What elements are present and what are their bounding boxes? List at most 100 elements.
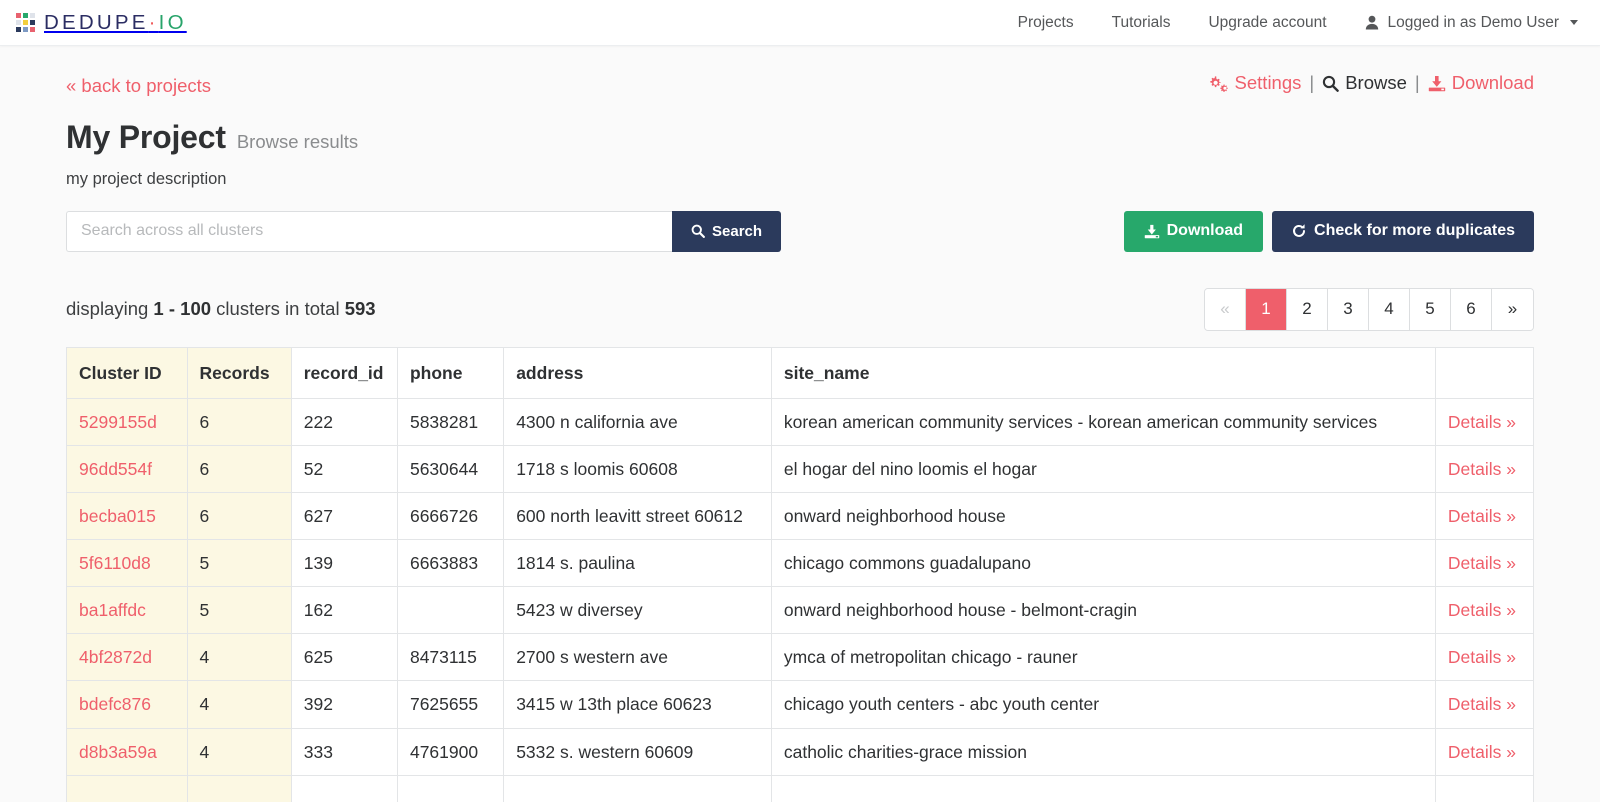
- details-link[interactable]: Details »: [1448, 412, 1516, 432]
- column-header-actions: [1434, 346, 1535, 399]
- cluster-id-link[interactable]: 5f6110d8: [79, 553, 151, 573]
- browse-link[interactable]: Browse: [1322, 72, 1407, 94]
- cell-record-id: [290, 774, 398, 802]
- cluster-id-link[interactable]: becba015: [79, 506, 156, 526]
- check-duplicates-label: Check for more duplicates: [1314, 222, 1515, 239]
- cell-record-id: 52: [290, 444, 398, 493]
- pagination-page-1[interactable]: 1: [1246, 288, 1287, 330]
- nav-user-label: Logged in as Demo User: [1387, 13, 1559, 31]
- column-header-site-name: site_name: [770, 346, 1436, 399]
- brand-logo[interactable]: DEDUPE·IO: [16, 11, 187, 35]
- search-icon: [691, 224, 705, 238]
- search-input[interactable]: [66, 210, 672, 252]
- cell-records: 6: [186, 491, 292, 541]
- cell-phone: 5838281: [396, 397, 505, 446]
- nav-item-tutorials[interactable]: Tutorials: [1112, 14, 1171, 32]
- column-header-records: Records: [186, 346, 292, 399]
- cell-cluster-id: ba1affdc: [66, 586, 188, 635]
- download-icon: [1144, 224, 1159, 238]
- pagination-page-3[interactable]: 3: [1328, 288, 1369, 330]
- results-status-row: displaying 1 - 100 clusters in total 593…: [66, 287, 1534, 331]
- cell-address: 600 north leavitt street 60612: [503, 491, 772, 541]
- pagination-prev[interactable]: «: [1205, 288, 1246, 330]
- cell-record-id: 139: [290, 539, 398, 588]
- cell-records: 4: [186, 680, 292, 729]
- brand-name-main: DEDUPE: [44, 10, 149, 34]
- cell-record-id: 222: [290, 397, 398, 446]
- pagination-page-2[interactable]: 2: [1287, 288, 1328, 330]
- pagination-page-4[interactable]: 4: [1369, 288, 1410, 330]
- page-title-row: My Project Browse results: [66, 119, 1534, 156]
- cell-record-id: 627: [290, 491, 398, 541]
- cell-details: Details »: [1434, 539, 1535, 588]
- cluster-id-link[interactable]: 4bf2872d: [79, 647, 152, 667]
- pagination-page-5[interactable]: 5: [1410, 288, 1451, 330]
- brand-name-io: IO: [158, 10, 187, 34]
- cell-cluster-id: becba015: [66, 491, 188, 541]
- details-link[interactable]: Details »: [1448, 742, 1516, 762]
- cell-records: 5: [186, 586, 292, 635]
- top-navbar: DEDUPE·IO Projects Tutorials Upgrade acc…: [0, 0, 1600, 46]
- cell-cluster-id: 5299155d: [66, 397, 188, 446]
- download-button[interactable]: Download: [1123, 210, 1264, 252]
- back-to-projects-link[interactable]: « back to projects: [66, 75, 211, 97]
- cell-records: 4: [186, 727, 292, 776]
- cell-site-name: chicago youth centers - abc youth center: [770, 680, 1436, 729]
- cell-details: Details »: [1434, 633, 1535, 682]
- cluster-id-link[interactable]: 96dd554f: [79, 459, 152, 479]
- details-link[interactable]: Details »: [1448, 600, 1516, 620]
- check-duplicates-button[interactable]: Check for more duplicates: [1272, 210, 1534, 252]
- details-link[interactable]: Details »: [1448, 553, 1516, 573]
- page-title: My Project: [66, 118, 226, 155]
- table-row: d8b3a59a 4 333 4761900 5332 s. western 60609…: [66, 727, 1535, 776]
- table-row: ba1affdc 5 162 5423 w diversey onward neigh…: [66, 586, 1535, 635]
- pagination-next[interactable]: »: [1492, 288, 1533, 330]
- cell-phone: 5630644: [396, 444, 505, 493]
- cell-address: 5332 s. western 60609: [503, 727, 772, 776]
- pagination-page-6[interactable]: 6: [1451, 288, 1492, 330]
- cell-site-name: [770, 774, 1436, 802]
- cell-address: 2700 s western ave: [503, 633, 772, 682]
- logo-square-8: [23, 27, 28, 32]
- table-header-row: Cluster ID Records record_id phone addre…: [66, 346, 1535, 399]
- brand-wordmark: DEDUPE·IO: [44, 11, 187, 35]
- logo-grid-icon: [16, 13, 35, 32]
- column-header-record-id: record_id: [290, 346, 398, 399]
- utility-separator-1: |: [1309, 72, 1315, 93]
- cluster-id-link[interactable]: 5299155d: [79, 412, 157, 432]
- nav-item-projects[interactable]: Projects: [1018, 14, 1074, 32]
- cell-phone: 8473115: [396, 633, 505, 682]
- download-link[interactable]: Download: [1428, 72, 1534, 94]
- utility-links: Settings | Browse | Download: [1208, 72, 1534, 94]
- cell-address: 5423 w diversey: [503, 586, 772, 635]
- cell-details: Details »: [1434, 680, 1535, 729]
- nav-item-upgrade-account[interactable]: Upgrade account: [1208, 14, 1326, 32]
- nav-user-menu[interactable]: Logged in as Demo User: [1365, 14, 1578, 32]
- details-link[interactable]: Details »: [1448, 647, 1516, 667]
- cell-phone: 4761900: [396, 727, 505, 776]
- page-subtitle: Browse results: [236, 130, 359, 152]
- cell-site-name: chicago commons guadalupano: [770, 539, 1436, 588]
- cell-cluster-id: 5f6110d8: [66, 539, 188, 588]
- logo-square-1: [16, 13, 21, 18]
- column-header-phone: phone: [396, 346, 505, 399]
- displaying-text: displaying 1 - 100 clusters in total 593: [66, 298, 376, 320]
- displaying-range: 1 - 100: [153, 298, 212, 319]
- details-link[interactable]: Details »: [1448, 694, 1516, 714]
- cell-site-name: onward neighborhood house: [770, 491, 1436, 541]
- download-icon: [1428, 75, 1445, 91]
- cluster-id-link[interactable]: bdefc876: [79, 694, 151, 714]
- details-link[interactable]: Details »: [1448, 459, 1516, 479]
- cluster-id-link[interactable]: d8b3a59a: [79, 742, 157, 762]
- details-link[interactable]: Details »: [1448, 506, 1516, 526]
- refresh-icon: [1293, 224, 1306, 237]
- cell-record-id: 625: [290, 633, 398, 682]
- search-button[interactable]: Search: [672, 210, 782, 252]
- settings-link[interactable]: Settings: [1208, 72, 1301, 94]
- cluster-id-link[interactable]: ba1affdc: [79, 600, 146, 620]
- cell-phone: [396, 586, 505, 635]
- brand-dot: ·: [148, 10, 159, 34]
- cell-details: Details »: [1434, 444, 1535, 493]
- cell-records: 6: [186, 444, 292, 493]
- page-toolbar: « back to projects Settings | Browse | D…: [66, 46, 1534, 97]
